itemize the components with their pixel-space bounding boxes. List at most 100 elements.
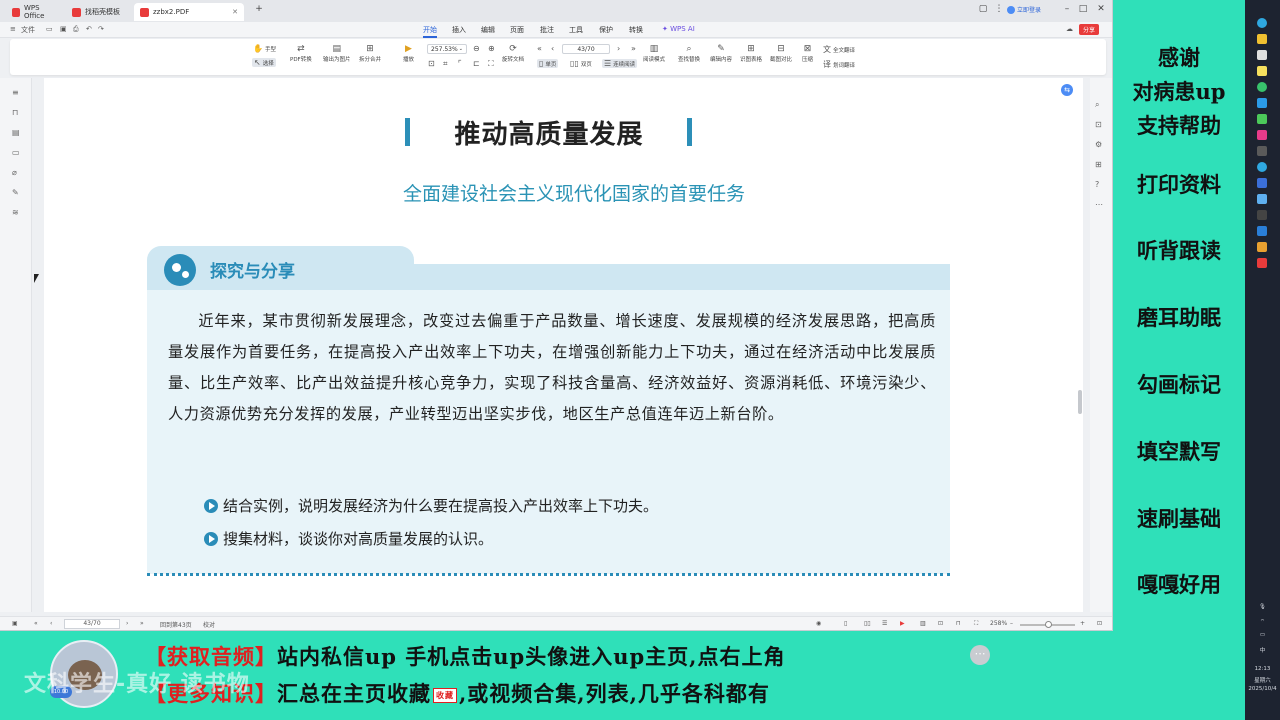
single-page-button[interactable]: ▯ 单页 [537,59,559,68]
zoom-minus-icon[interactable]: – [1010,620,1013,627]
print-icon[interactable]: ⎙ [73,25,79,34]
edit-content-button[interactable]: ✎ 编辑内容 [710,43,732,63]
window-layout-icon[interactable]: ▢ [976,4,990,14]
status-page-field[interactable]: 43/70 [64,619,120,629]
menu-tools[interactable]: 工具 [569,25,583,35]
wechat-icon[interactable] [1257,82,1267,92]
maximize-icon[interactable]: □ [1076,4,1090,14]
menu-wps-ai[interactable]: ✦ WPS AI [662,25,695,33]
play-view-icon[interactable]: ▶ [900,620,905,627]
undo-icon[interactable]: ↶ [86,25,92,33]
comment-icon[interactable]: ▭ [12,148,20,157]
redo-icon[interactable]: ↷ [98,25,104,33]
file-menu[interactable]: 文件 [21,25,35,35]
page-field[interactable]: 43/70 [562,44,610,54]
notes-icon[interactable] [1257,66,1267,76]
app-icon[interactable] [1257,146,1267,156]
floating-translate-icon[interactable]: ⇆ [1061,84,1073,96]
status-zoom-value[interactable]: 258% [990,620,1007,627]
cloud-icon[interactable]: ☁ [1066,25,1073,33]
prev-page-icon[interactable]: ‹ [551,44,554,53]
battery-icon[interactable]: ▭ [1245,632,1280,638]
login-button[interactable]: 立即登录 [1007,5,1041,14]
vertical-scrollbar[interactable] [1078,390,1082,414]
continuous-view-icon[interactable]: ☰ [882,620,887,627]
last-page-icon[interactable]: » [631,44,636,53]
play-button[interactable]: ▶ 播放 [403,43,414,63]
app-icon[interactable] [1257,98,1267,108]
fit-width-icon[interactable]: ⌗ [443,59,448,69]
full-translate-button[interactable]: 文全文翻译 [823,44,855,55]
tab-pdf-document[interactable]: zzbx2.PDF ✕ [134,3,244,21]
minimize-icon[interactable]: – [1060,4,1074,14]
extract-table-button[interactable]: ⊞ 识图表格 [740,43,762,63]
wps-taskbar-icon[interactable] [1257,258,1267,268]
zoom-slider-handle[interactable] [1045,621,1052,628]
fit-window-icon[interactable]: ⊡ [1097,620,1102,627]
tab-templates[interactable]: 找稻壳模板 [66,3,132,21]
back-to-page-link[interactable]: 回到第43页 [160,620,192,629]
app-icon[interactable] [1257,226,1267,236]
search-icon[interactable]: ⌕ [1095,100,1099,110]
next-page-icon[interactable]: › [617,44,620,53]
note-view-icon[interactable]: ⊓ [956,620,961,627]
menu-page[interactable]: 页面 [510,25,524,35]
thumbnail-icon[interactable]: ▤ [12,128,20,137]
ime-indicator[interactable]: 中 [1245,646,1280,654]
rotate-button[interactable]: ⟳ 旋转文档 [502,43,524,63]
continuous-reading-button[interactable]: ☰ 连续阅读 [602,59,638,68]
save-icon[interactable]: ▣ [60,25,67,33]
app-icon[interactable] [1257,114,1267,124]
folder-icon[interactable] [1257,34,1267,44]
find-replace-button[interactable]: ⌕ 查找替换 [678,43,700,63]
clock-time[interactable]: 12:13 [1245,666,1280,672]
zoom-field[interactable]: 257.53% ⌄ [427,44,467,54]
hand-tool[interactable]: ✋ 手型 [253,44,276,53]
first-page-icon[interactable]: « [34,620,38,627]
menu-protect[interactable]: 保护 [599,25,613,35]
double-view-icon[interactable]: ▯▯ [864,620,871,627]
tab-wps-office[interactable]: WPS Office [6,3,64,21]
compare-icon[interactable]: ⊞ [1095,160,1102,169]
export-image-button[interactable]: ▤ 输出为图片 [323,43,351,63]
compress-button[interactable]: ⊠ 压缩 [802,43,813,63]
attachment-icon[interactable]: ⌀ [12,168,17,177]
screenshot-compare-button[interactable]: ⊟ 截图对比 [770,43,792,63]
fit-view-icon[interactable]: ⊡ [938,620,943,627]
double-page-button[interactable]: ▯▯ 双页 [570,59,592,68]
more-options-icon[interactable]: ⋯ [970,645,990,665]
window-menu-icon[interactable]: ⋮ [992,4,1006,14]
select-tool[interactable]: ↖ 选择 [252,58,276,67]
bookmark-icon[interactable]: ⊓ [12,108,18,117]
divide-translate-button[interactable]: 译划词翻译 [823,59,855,70]
app-icon[interactable] [1257,162,1267,172]
first-page-icon[interactable]: « [537,44,542,53]
menu-start[interactable]: 开始 [423,25,437,38]
fullscreen-view-icon[interactable]: ⛶ [974,620,978,628]
outline-icon[interactable]: ≡ [12,88,19,97]
new-tab-icon[interactable]: + [252,4,266,14]
app-icon[interactable] [1257,210,1267,220]
single-view-icon[interactable]: ▯ [844,620,847,627]
app-icon[interactable] [1257,194,1267,204]
actual-size-icon[interactable]: ⌜ [458,59,462,68]
zoom-in-icon[interactable]: ⊕ [488,44,495,53]
app-icon[interactable] [1257,130,1267,140]
app-icon[interactable] [1257,178,1267,188]
menu-edit[interactable]: 编辑 [481,25,495,35]
settings-icon[interactable]: ⚙ [1095,140,1102,149]
property-icon[interactable]: ⊡ [1095,120,1102,129]
proofread-button[interactable]: 校对 [203,620,215,629]
edge-browser-icon[interactable] [1257,18,1267,28]
reading-mode-button[interactable]: ▥ 阅读模式 [643,43,665,63]
crop-icon[interactable]: ⊏ [473,59,480,68]
share-button[interactable]: 分享 [1079,24,1100,35]
mic-icon[interactable]: 🎙 [1245,604,1280,610]
sidebar-toggle-icon[interactable]: ▣ [12,620,18,627]
menu-convert[interactable]: 转换 [629,25,643,35]
split-merge-button[interactable]: ⊞ 拆分合并 [359,43,381,63]
signature-icon[interactable]: ✎ [12,188,19,197]
fit-page-icon[interactable]: ⊡ [428,59,435,68]
close-tab-icon[interactable]: ✕ [232,8,238,16]
open-icon[interactable]: ▭ [46,25,53,33]
